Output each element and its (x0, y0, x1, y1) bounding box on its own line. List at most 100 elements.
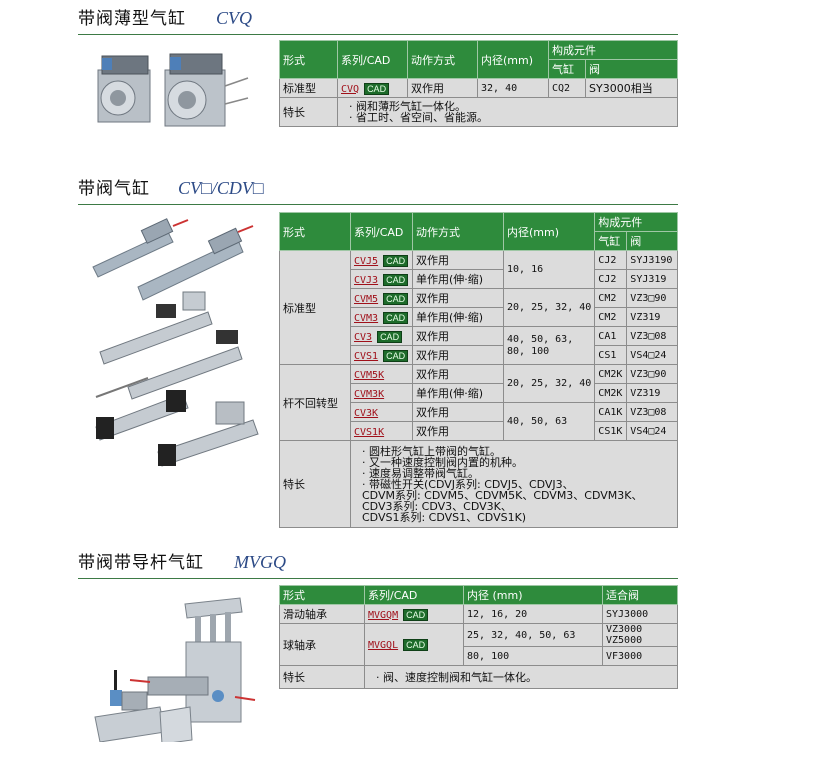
table-row: 杆不回转型 CVM5K 双作用 20, 25, 32, 40 CM2K VZ3□… (279, 364, 678, 441)
feature-item: CDVM系列: CDVM5、CDVM5K、CDVM3、CDVM3K、 (362, 488, 643, 502)
header-cylinder: 气缸 (594, 231, 628, 251)
cell-valve: VZ319 (626, 383, 678, 403)
cad-button[interactable]: CAD (403, 639, 429, 651)
cad-button[interactable]: CAD (377, 330, 403, 343)
cell-action: 双作用 (412, 421, 504, 441)
cell-cylinder: CA1K (594, 402, 628, 422)
cell-valve: VZ319 (626, 307, 678, 327)
feature-item: CDVS1系列: CDVS1、CDVS1K) (362, 510, 527, 524)
features-label: 特长 (279, 665, 365, 689)
cad-button[interactable]: CAD (403, 608, 429, 621)
header-action: 动作方式 (407, 40, 478, 79)
section-code: CVQ (216, 8, 252, 28)
section-mvgq: 带阀带导杆气缸 MVGQ (78, 548, 678, 579)
series-link-cvs1k[interactable]: CVS1K (354, 427, 384, 438)
cell-series: CVM5 CAD (350, 288, 413, 308)
cell-type: 杆不回转型 (279, 364, 351, 441)
cell-cylinder: CS1 (594, 345, 628, 365)
series-link-cvq[interactable]: CVQ (341, 84, 359, 95)
cell-valve: SY3000相当 (585, 78, 678, 98)
cad-button[interactable]: CAD (383, 273, 409, 286)
series-link-cvm3[interactable]: CVM3 (354, 313, 378, 324)
cell-bore: 10, 16 (502, 250, 596, 289)
cell-action: 双作用 (412, 345, 504, 365)
cell-valve: VZ3□90 (626, 288, 678, 308)
valve-cylinder-5 (95, 390, 189, 441)
cell-bore: 12, 16, 20 (463, 604, 603, 624)
series-link-cv3[interactable]: CV3 (354, 332, 372, 343)
cell-bore: 20, 25, 32, 40 (502, 288, 596, 327)
cad-button[interactable]: CAD (364, 82, 390, 95)
series-link-cv3k[interactable]: CV3K (354, 408, 378, 419)
cell-action: 单作用(伸·缩) (412, 383, 504, 403)
cell-series: CVS1K (350, 421, 413, 441)
feature-item: CDV3系列: CDV3、CDV3K、 (362, 499, 512, 513)
section-header: 带阀薄型气缸 CVQ (78, 4, 678, 35)
cell-action: 双作用 (412, 364, 504, 384)
cell-series: CVM5K (350, 364, 413, 384)
section-code: CV□/CDV□ (178, 178, 264, 198)
series-link-cvm5[interactable]: CVM5 (354, 294, 378, 305)
cell-valve: SYJ3190 (626, 250, 678, 270)
cell-type: 标准型 (279, 78, 338, 98)
cvq-product-image (90, 48, 250, 128)
cell-type: 滑动轴承 (279, 604, 365, 624)
mvgq-product-image (90, 592, 265, 742)
cell-action: 单作用(伸·缩) (412, 269, 504, 289)
section-title: 带阀薄型气缸 (78, 9, 186, 29)
cell-action: 双作用 (412, 402, 504, 422)
header-bore: 内径(mm) (502, 212, 596, 251)
series-link-mvgqm[interactable]: MVGQM (368, 610, 398, 621)
cell-valve: VZ3□08 (626, 326, 678, 346)
guided-cylinder-upright (184, 597, 256, 723)
series-link-cvm3k[interactable]: CVM3K (354, 389, 384, 400)
cad-button[interactable]: CAD (383, 349, 409, 362)
cell-bore: 80, 100 (463, 646, 603, 666)
series-link-cvj5[interactable]: CVJ5 (354, 256, 378, 267)
cell-action: 双作用 (412, 288, 504, 308)
cad-button[interactable]: CAD (383, 254, 409, 267)
cell-valve: SYJ319 (626, 269, 678, 289)
cell-cylinder: CJ2 (594, 250, 628, 270)
cell-action: 双作用 (407, 78, 478, 98)
header-bore: 内径(mm) (477, 40, 549, 79)
cell-cylinder: CJ2 (594, 269, 628, 289)
series-link-cvm5k[interactable]: CVM5K (354, 370, 384, 381)
features-row: 特长 圆柱形气缸上带阀的气缸。 又一种速度控制阀内置的机种。 速度易调整带阀气缸… (279, 440, 678, 528)
cell-cylinder: CS1K (594, 421, 628, 441)
cell-valve: VZ3□08 (626, 402, 678, 422)
cell-type: 标准型 (279, 250, 351, 365)
features-content: 圆柱形气缸上带阀的气缸。 又一种速度控制阀内置的机种。 速度易调整带阀气缸。 带… (350, 440, 678, 528)
section-title: 带阀气缸 (78, 179, 150, 199)
feature-item: 速度易调整带阀气缸。 (362, 468, 674, 479)
cad-button[interactable]: CAD (383, 311, 409, 324)
features-label: 特长 (279, 440, 351, 528)
mvgq-spec-table: 形式 系列/CAD 内径 (mm) 适合阀 滑动轴承 MVGQM CAD 12, … (279, 585, 678, 689)
header-series: 系列/CAD (337, 40, 408, 79)
series-link-cvs1[interactable]: CVS1 (354, 351, 378, 362)
features-content: 阀、速度控制阀和气缸一体化。 (364, 665, 678, 689)
valve-line: VZ3000 (606, 624, 643, 635)
cell-action: 双作用 (412, 326, 504, 346)
header-type: 形式 (279, 585, 365, 605)
feature-item: 圆柱形气缸上带阀的气缸。 (362, 446, 674, 457)
header-series: 系列/CAD (350, 212, 413, 251)
cell-cylinder: CQ2 (548, 78, 586, 98)
cad-button[interactable]: CAD (383, 292, 409, 305)
series-link-mvgql[interactable]: MVGQL (368, 640, 398, 651)
cell-series: MVGQL CAD (364, 623, 464, 666)
cell-valve: VF3000 (602, 646, 678, 666)
valve-cylinder-1 (92, 218, 189, 278)
cell-cylinder: CM2 (594, 307, 628, 327)
features-row: 特长 阀和薄形气缸一体化。 省工时、省空间、省能源。 (279, 97, 678, 127)
header-type: 形式 (279, 40, 338, 79)
features-content: 阀和薄形气缸一体化。 省工时、省空间、省能源。 (337, 97, 678, 127)
header-valve: 阀 (585, 59, 678, 79)
cell-bore: 40, 50, 63, 80, 100 (502, 326, 596, 365)
table-row: 滑动轴承 MVGQM CAD 12, 16, 20 SYJ3000 (279, 604, 678, 624)
cell-series: CV3K (350, 402, 413, 422)
cell-cylinder: CM2K (594, 364, 628, 384)
header-cylinder: 气缸 (548, 59, 586, 79)
series-link-cvj3[interactable]: CVJ3 (354, 275, 378, 286)
cell-bore: 32, 40 (477, 78, 549, 98)
